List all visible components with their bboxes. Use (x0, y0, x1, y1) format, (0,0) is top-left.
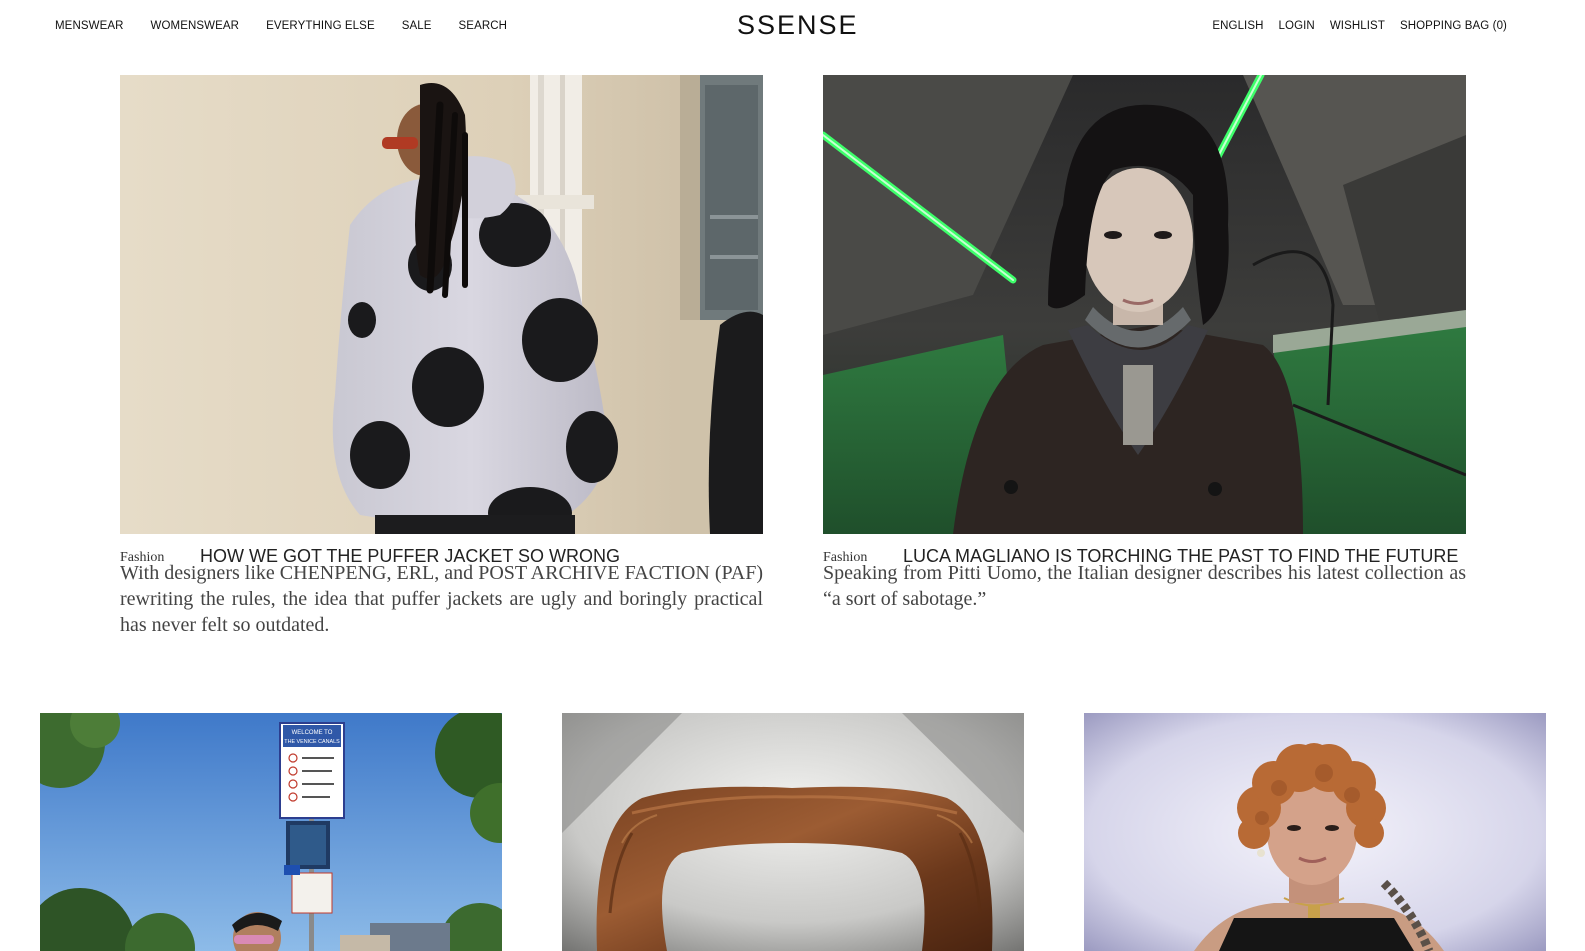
sign-line-2: THE VENICE CANALS (284, 739, 340, 745)
feature-meta: Fashion LUCA MAGLIANO IS TORCHING THE PA… (823, 534, 1466, 566)
article-tile-wooden-object[interactable] (562, 713, 1024, 951)
nav-sale[interactable]: SALE (402, 20, 432, 32)
nav-everything-else[interactable]: EVERYTHING ELSE (266, 20, 375, 32)
article-category[interactable]: Fashion (823, 550, 867, 566)
feature-image-luca-magliano[interactable] (823, 75, 1466, 534)
nav-login[interactable]: LOGIN (1279, 20, 1315, 32)
nav-shopping-bag[interactable]: SHOPPING BAG (0) (1400, 20, 1507, 32)
nav-menswear[interactable]: MENSWEAR (55, 20, 124, 32)
article-headline[interactable]: HOW WE GOT THE PUFFER JACKET SO WRONG (200, 546, 620, 567)
article-tile-portrait[interactable] (1084, 713, 1546, 951)
article-tile-venice-canals[interactable]: WELCOME TO THE VENICE CANALS (40, 713, 502, 951)
nav-womenswear[interactable]: WOMENSWEAR (151, 20, 240, 32)
nav-search[interactable]: SEARCH (459, 20, 508, 32)
feature-meta: Fashion HOW WE GOT THE PUFFER JACKET SO … (120, 534, 763, 566)
article-dek: With designers like CHENPENG, ERL, and P… (120, 562, 763, 636)
primary-nav: MENSWEAR WOMENSWEAR EVERYTHING ELSE SALE… (55, 20, 507, 32)
feature-article-luca-magliano[interactable]: Fashion LUCA MAGLIANO IS TORCHING THE PA… (823, 75, 1466, 612)
nav-language[interactable]: ENGLISH (1212, 20, 1263, 32)
account-nav: ENGLISH LOGIN WISHLIST SHOPPING BAG (0) (1212, 20, 1507, 32)
street-sign: WELCOME TO THE VENICE CANALS (279, 722, 345, 819)
puffer-jacket-photo (120, 75, 763, 534)
site-logo[interactable]: SSENSE (737, 10, 859, 41)
site-header: MENSWEAR WOMENSWEAR EVERYTHING ELSE SALE… (0, 0, 1585, 56)
portrait-photo (1084, 713, 1546, 951)
wooden-object-photo (562, 713, 1024, 951)
article-category[interactable]: Fashion (120, 550, 164, 566)
venice-canals-photo: WELCOME TO THE VENICE CANALS (40, 713, 502, 951)
green-neon-portrait-photo (823, 75, 1466, 534)
nav-wishlist[interactable]: WISHLIST (1330, 20, 1385, 32)
article-dek: Speaking from Pitti Uomo, the Italian de… (823, 562, 1466, 610)
feature-article-puffer[interactable]: Fashion HOW WE GOT THE PUFFER JACKET SO … (120, 75, 763, 638)
feature-image-puffer[interactable] (120, 75, 763, 534)
sign-line-1: WELCOME TO (292, 730, 333, 736)
article-headline[interactable]: LUCA MAGLIANO IS TORCHING THE PAST TO FI… (903, 546, 1458, 567)
